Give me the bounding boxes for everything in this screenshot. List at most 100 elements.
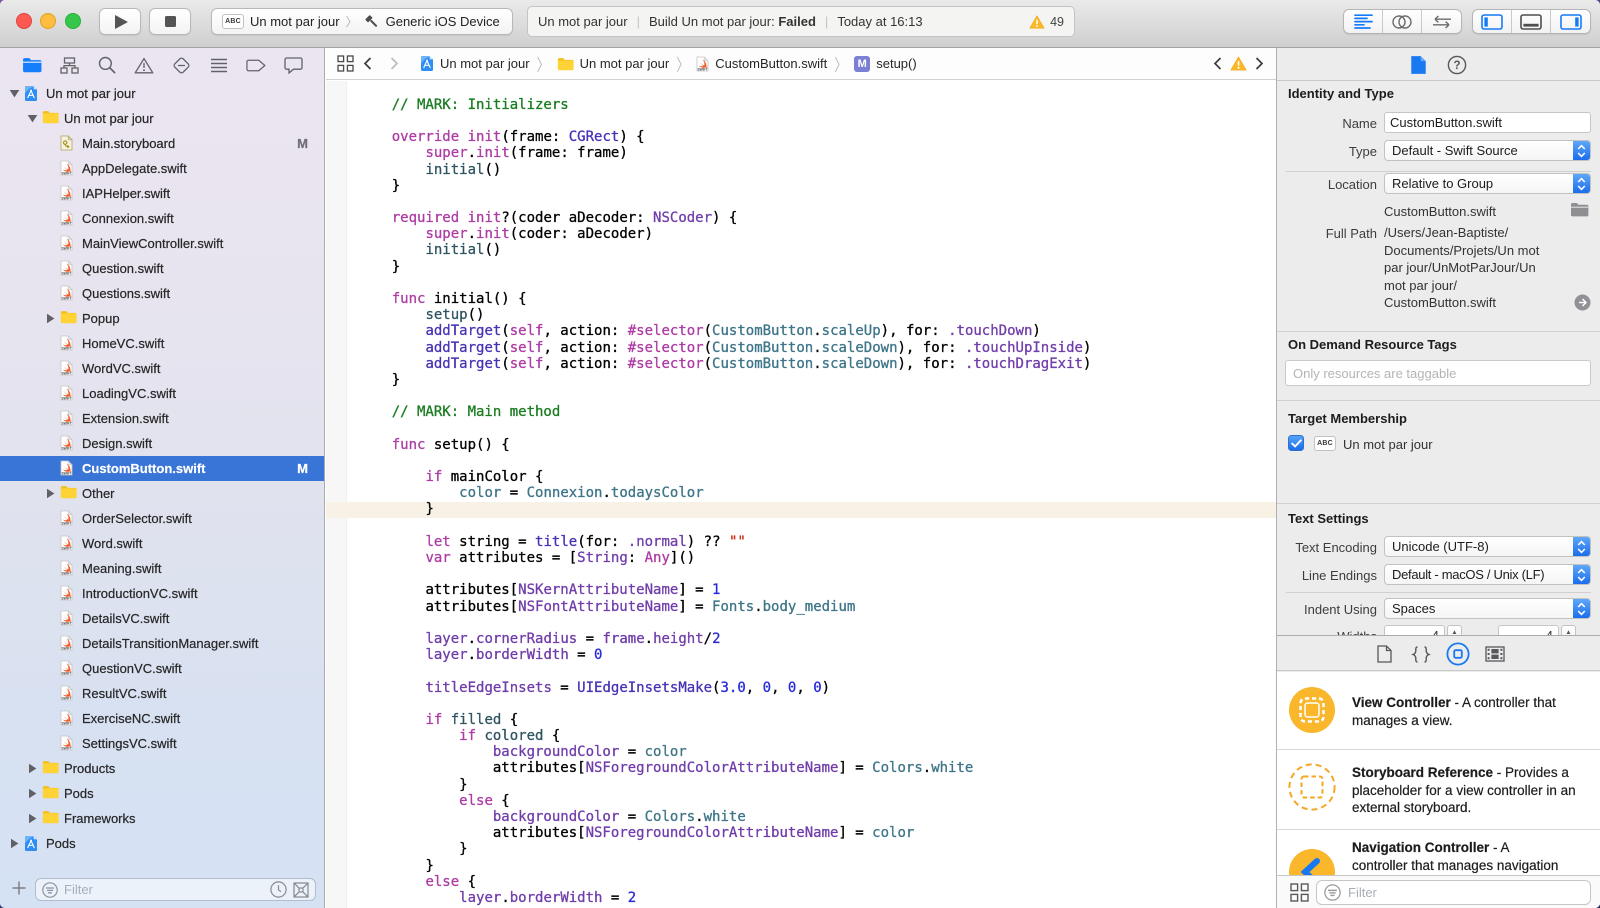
code-line[interactable]: else { bbox=[358, 874, 1276, 890]
file-inspector-tab[interactable] bbox=[1410, 55, 1427, 75]
toggle-inspector-button[interactable] bbox=[1551, 10, 1590, 33]
resource-tags-input[interactable] bbox=[1293, 365, 1583, 381]
tree-row-main-storyboard[interactable]: Main.storyboard M bbox=[0, 131, 324, 156]
breadcrumb-item-2[interactable]: Un mot par jour bbox=[557, 56, 669, 71]
navigator-filter-input[interactable] bbox=[64, 882, 264, 897]
tree-row-orderselector-swift[interactable]: SWIFT OrderSelector.swift bbox=[0, 506, 324, 531]
tree-row-detailstransitionmanager-swift[interactable]: SWIFT DetailsTransitionManager.swift bbox=[0, 631, 324, 656]
project-navigator-icon[interactable] bbox=[22, 55, 42, 75]
code-line[interactable]: override init(frame: CGRect) { bbox=[358, 129, 1276, 145]
tree-row-design-swift[interactable]: SWIFT Design.swift bbox=[0, 431, 324, 456]
code-line[interactable]: attributes[NSFontAttributeName] = Fonts.… bbox=[358, 598, 1276, 615]
disclosure-triangle-open[interactable] bbox=[8, 89, 20, 98]
code-line[interactable]: var attributes = [String: Any]() bbox=[358, 550, 1276, 566]
library-item-view-controller[interactable]: View Controller - A controller that mana… bbox=[1277, 672, 1600, 749]
disclosure-triangle-closed[interactable] bbox=[26, 813, 38, 824]
previous-issue-button[interactable] bbox=[1213, 57, 1222, 70]
disclosure-triangle-closed[interactable] bbox=[26, 788, 38, 799]
code-line[interactable]: color = Connexion.todaysColor bbox=[358, 485, 1276, 501]
tree-row-settingsvc-swift[interactable]: SWIFT SettingsVC.swift bbox=[0, 731, 324, 756]
code-line[interactable] bbox=[358, 663, 1276, 679]
disclosure-triangle-closed[interactable] bbox=[26, 763, 38, 774]
text-encoding-dropdown[interactable]: Unicode (UTF-8) bbox=[1384, 536, 1591, 557]
indent-width-value[interactable]: 4 bbox=[1498, 625, 1559, 635]
location-dropdown[interactable]: Relative to Group bbox=[1384, 173, 1591, 194]
code-line[interactable] bbox=[358, 421, 1276, 437]
disclosure-triangle-closed[interactable] bbox=[44, 313, 56, 324]
target-checkbox[interactable] bbox=[1288, 435, 1304, 451]
code-line[interactable]: super.init(coder: aDecoder) bbox=[358, 226, 1276, 242]
report-navigator-icon[interactable] bbox=[284, 55, 304, 75]
standard-editor-button[interactable] bbox=[1344, 10, 1383, 33]
tree-row-custombutton-swift[interactable]: SWIFT CustomButton.swift M bbox=[0, 456, 324, 481]
toggle-debug-area-button[interactable] bbox=[1512, 10, 1551, 33]
find-navigator-icon[interactable] bbox=[97, 55, 117, 75]
code-line[interactable]: if mainColor { bbox=[358, 469, 1276, 485]
tree-row-loadingvc-swift[interactable]: SWIFT LoadingVC.swift bbox=[0, 381, 324, 406]
related-items-icon[interactable] bbox=[337, 55, 354, 72]
scheme-selector[interactable]: ABC Un mot par jour 〉 Generic iOS Device bbox=[211, 8, 513, 35]
file-template-library-tab[interactable] bbox=[1372, 642, 1396, 666]
breadcrumb-item-4[interactable]: Msetup() bbox=[854, 55, 917, 72]
tree-row-pods[interactable]: Pods bbox=[0, 781, 324, 806]
breakpoint-navigator-icon[interactable] bbox=[246, 55, 266, 75]
tree-row-word-swift[interactable]: SWIFT Word.swift bbox=[0, 531, 324, 556]
tree-row-frameworks[interactable]: Frameworks bbox=[0, 806, 324, 831]
disclosure-triangle-open[interactable] bbox=[26, 114, 38, 123]
code-line[interactable]: addTarget(self, action: #selector(Custom… bbox=[358, 323, 1276, 339]
code-line[interactable]: attributes[NSForegroundColorAttributeNam… bbox=[358, 825, 1276, 841]
tree-row-introductionvc-swift[interactable]: SWIFT IntroductionVC.swift bbox=[0, 581, 324, 606]
tree-row-un-mot-par-jour[interactable]: Un mot par jour bbox=[0, 81, 324, 106]
code-line[interactable]: func initial() { bbox=[358, 291, 1276, 307]
code-line[interactable]: } bbox=[358, 777, 1276, 793]
debug-navigator-icon[interactable] bbox=[209, 55, 229, 75]
code-line[interactable]: attributes[NSForegroundColorAttributeNam… bbox=[358, 760, 1276, 776]
library-item-storyboard-reference[interactable]: Storyboard Reference - Provides a placeh… bbox=[1277, 750, 1600, 829]
code-area[interactable]: // MARK: Initializers override init(fram… bbox=[326, 81, 1276, 908]
close-window-button[interactable] bbox=[16, 13, 32, 29]
zoom-window-button[interactable] bbox=[65, 13, 81, 29]
stepper-buttons[interactable]: ▲▼ bbox=[1447, 625, 1462, 635]
type-dropdown[interactable]: Default - Swift Source bbox=[1384, 140, 1591, 161]
tree-row-question-swift[interactable]: SWIFT Question.swift bbox=[0, 256, 324, 281]
code-line[interactable]: else { bbox=[358, 793, 1276, 809]
minimize-window-button[interactable] bbox=[40, 13, 56, 29]
tree-row-questionvc-swift[interactable]: SWIFT QuestionVC.swift bbox=[0, 656, 324, 681]
test-navigator-icon[interactable] bbox=[172, 55, 192, 75]
quick-help-tab[interactable]: ? bbox=[1447, 55, 1467, 75]
code-line[interactable] bbox=[358, 194, 1276, 210]
scm-status-filter-icon[interactable] bbox=[293, 881, 309, 898]
tree-row-appdelegate-swift[interactable]: SWIFT AppDelegate.swift bbox=[0, 156, 324, 181]
code-line[interactable]: initial() bbox=[358, 161, 1276, 178]
tree-row-exercisenc-swift[interactable]: SWIFT ExerciseNC.swift bbox=[0, 706, 324, 731]
library-filter-field[interactable] bbox=[1316, 880, 1591, 905]
code-line[interactable]: required init?(coder aDecoder: NSCoder) … bbox=[358, 210, 1276, 226]
tree-row-iaphelper-swift[interactable]: SWIFT IAPHelper.swift bbox=[0, 181, 324, 206]
grid-view-icon[interactable] bbox=[1290, 883, 1309, 902]
tree-row-un-mot-par-jour[interactable]: Un mot par jour bbox=[0, 106, 324, 131]
stop-button[interactable] bbox=[149, 8, 191, 35]
resource-tags-field[interactable] bbox=[1285, 360, 1591, 386]
go-back-button[interactable] bbox=[354, 57, 381, 70]
code-line[interactable]: func setup() { bbox=[358, 437, 1276, 453]
code-line[interactable] bbox=[358, 275, 1276, 291]
version-editor-button[interactable] bbox=[1422, 10, 1461, 33]
warning-counter[interactable]: 49 bbox=[1029, 15, 1064, 29]
code-line[interactable] bbox=[358, 615, 1276, 631]
tree-row-connexion-swift[interactable]: SWIFT Connexion.swift bbox=[0, 206, 324, 231]
toggle-navigator-button[interactable] bbox=[1473, 10, 1512, 33]
tab-width-value[interactable]: 4 bbox=[1384, 625, 1445, 635]
code-line[interactable]: super.init(frame: frame) bbox=[358, 145, 1276, 161]
add-button[interactable] bbox=[12, 881, 26, 895]
code-line[interactable]: } bbox=[358, 501, 1276, 517]
code-line[interactable]: // MARK: Main method bbox=[358, 404, 1276, 420]
code-line[interactable]: } bbox=[358, 178, 1276, 194]
object-library-tab[interactable] bbox=[1446, 642, 1470, 666]
code-line[interactable]: backgroundColor = color bbox=[358, 744, 1276, 760]
breadcrumb-item-1[interactable]: Un mot par jour bbox=[420, 55, 530, 72]
code-line[interactable]: attributes[NSKernAttributeName] = 1 bbox=[358, 582, 1276, 598]
tab-width-stepper[interactable]: 4 ▲▼ bbox=[1384, 625, 1462, 635]
code-snippet-library-tab[interactable] bbox=[1409, 642, 1433, 666]
tree-row-wordvc-swift[interactable]: SWIFT WordVC.swift bbox=[0, 356, 324, 381]
code-line[interactable]: // MARK: Initializers bbox=[358, 97, 1276, 113]
